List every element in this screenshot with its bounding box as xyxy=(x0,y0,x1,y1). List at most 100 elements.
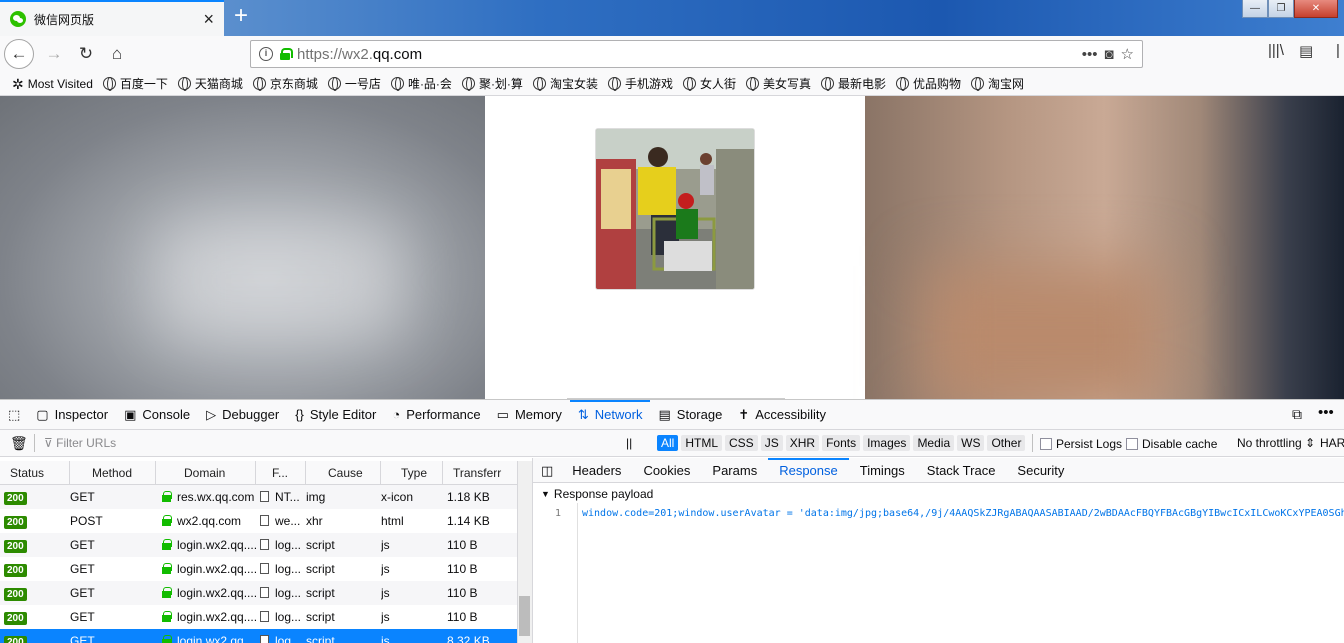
page-actions-icon[interactable]: ••• xyxy=(1082,46,1098,63)
back-button[interactable]: ← xyxy=(4,39,34,69)
overflow-icon[interactable]: | xyxy=(1336,42,1340,59)
filter-html[interactable]: HTML xyxy=(681,435,723,451)
bookmark-item[interactable]: 淘宝网 xyxy=(971,75,1024,92)
domain-cell: login.wx2.qq.... xyxy=(177,586,256,600)
tab-storage[interactable]: ▤ Storage xyxy=(650,400,730,430)
table-row[interactable]: 200 GET login.wx2.qq.... log... script js 110 … xyxy=(0,581,517,605)
transferred-cell: 110 B xyxy=(447,586,478,600)
tab-headers[interactable]: Headers xyxy=(561,458,632,483)
har-button[interactable]: HAR xyxy=(1320,436,1344,450)
trash-icon[interactable]: 🗑 xyxy=(10,435,28,452)
cause-cell: script xyxy=(306,610,335,624)
bookmark-item[interactable]: 手机游戏 xyxy=(607,75,673,92)
globe-icon xyxy=(745,77,759,91)
col-domain[interactable]: Domain xyxy=(156,460,256,485)
response-payload-header[interactable]: ▼ Response payload xyxy=(533,483,1344,501)
new-tab-button[interactable]: + xyxy=(229,4,253,30)
tab-style-editor[interactable]: {} Style Editor xyxy=(287,400,384,430)
lock-icon[interactable] xyxy=(280,48,293,60)
table-row[interactable]: 200 POST wx2.qq.com we... xhr html 1.14 KB xyxy=(0,509,517,533)
minimize-button[interactable]: — xyxy=(1242,0,1268,18)
bookmark-item[interactable]: 美女写真 xyxy=(745,75,811,92)
filter-xhr[interactable]: XHR xyxy=(785,435,820,451)
forward-button[interactable]: → xyxy=(40,40,68,68)
filter-media[interactable]: Media xyxy=(913,435,955,451)
filter-js[interactable]: JS xyxy=(760,435,783,451)
tab-console[interactable]: ▣ Console xyxy=(116,400,198,430)
bookmark-item[interactable]: 天猫商城 xyxy=(177,75,243,92)
dock-icon[interactable]: ⧉ xyxy=(1292,406,1302,423)
tab-security[interactable]: Security xyxy=(1006,458,1075,483)
library-icon[interactable]: |||\ xyxy=(1268,42,1284,59)
col-method[interactable]: Method xyxy=(70,460,156,485)
method-cell: GET xyxy=(70,634,95,643)
table-row[interactable]: 200 GET login.wx2.qq.... log... script js 110 … xyxy=(0,557,517,581)
bookmark-item[interactable]: 最新电影 xyxy=(821,75,886,92)
address-bar[interactable]: i https://wx2.qq.com ••• ◙ ☆ xyxy=(250,40,1143,68)
bookmark-star-icon[interactable]: ☆ xyxy=(1121,45,1134,63)
filter-other[interactable]: Other xyxy=(987,435,1026,451)
pause-button[interactable]: || xyxy=(626,436,632,450)
tab-network[interactable]: ⇅ Network xyxy=(569,399,651,430)
close-tab-icon[interactable]: × xyxy=(203,10,214,28)
bookmark-most-visited[interactable]: ✲ Most Visited xyxy=(12,77,93,91)
domain-cell: login.wx2.qq.... xyxy=(177,562,256,576)
reload-button[interactable]: ↻ xyxy=(72,40,100,68)
tab-response[interactable]: Response xyxy=(768,457,849,483)
col-type[interactable]: Type xyxy=(381,460,443,485)
tab-performance[interactable]: ◔ Performance xyxy=(384,400,488,430)
bookmark-item[interactable]: 京东商城 xyxy=(252,75,318,92)
bookmark-item[interactable]: 聚·划·算 xyxy=(461,75,523,92)
scrollbar-thumb[interactable] xyxy=(519,596,530,636)
window-controls: — ❐ ✕ xyxy=(1242,0,1338,18)
filter-ws[interactable]: WS xyxy=(957,435,985,451)
bookmark-item[interactable]: 一号店 xyxy=(327,75,381,92)
table-row[interactable]: 200 GET login.wx2.qq.... log... script js 110 … xyxy=(0,533,517,557)
sidebar-icon[interactable]: ▤ xyxy=(1299,42,1313,60)
col-file[interactable]: F... xyxy=(256,460,306,485)
filter-all[interactable]: All xyxy=(657,435,679,451)
col-status[interactable]: Status xyxy=(0,460,70,485)
disable-cache-checkbox[interactable]: Disable cache xyxy=(1126,437,1217,451)
file-icon xyxy=(260,491,269,502)
filter-urls-input[interactable]: ⊽ Filter URLs xyxy=(44,436,116,450)
tab-params[interactable]: Params xyxy=(701,458,768,483)
browser-tab[interactable]: 微信网页版 × xyxy=(0,0,224,36)
devtools-menu-icon[interactable]: ••• xyxy=(1318,404,1334,421)
bookmark-item[interactable]: 淘宝女装 xyxy=(532,75,598,92)
pocket-icon[interactable]: ◙ xyxy=(1104,46,1113,63)
style-editor-icon: {} xyxy=(295,407,304,422)
filter-images[interactable]: Images xyxy=(863,435,911,451)
filter-fonts[interactable]: Fonts xyxy=(822,435,861,451)
tab-memory[interactable]: ▭ Memory xyxy=(489,400,570,430)
tab-inspector[interactable]: ▢ Inspector xyxy=(28,400,116,430)
response-code[interactable]: window.code=201;window.userAvatar = 'dat… xyxy=(582,508,1344,519)
persist-logs-checkbox[interactable]: Persist Logs xyxy=(1040,437,1122,451)
tab-debugger[interactable]: ▷ Debugger xyxy=(198,400,287,430)
col-cause[interactable]: Cause xyxy=(306,460,381,485)
domain-cell: wx2.qq.com xyxy=(177,514,242,528)
tab-accessibility[interactable]: ✝ Accessibility xyxy=(730,400,834,430)
table-row[interactable]: 200 GET res.wx.qq.com NT... img x-icon 1.18 KB xyxy=(0,485,517,509)
col-transferred[interactable]: Transferr xyxy=(443,461,517,485)
tab-stack-trace[interactable]: Stack Trace xyxy=(916,458,1007,483)
toggle-sidebar-icon[interactable]: ◫ xyxy=(533,458,561,483)
tab-timings[interactable]: Timings xyxy=(849,458,916,483)
element-picker-icon[interactable]: ⬚ xyxy=(0,400,28,430)
table-row[interactable]: 200 GET login.wx2.qq.... log... script js 110 … xyxy=(0,605,517,629)
transferred-cell: 1.14 KB xyxy=(447,514,490,528)
tab-cookies[interactable]: Cookies xyxy=(632,458,701,483)
bookmark-item[interactable]: 女人街 xyxy=(682,75,736,92)
close-window-button[interactable]: ✕ xyxy=(1294,0,1338,18)
url-text[interactable]: https://wx2.qq.com xyxy=(297,46,1075,63)
home-button[interactable]: ⌂ xyxy=(103,40,131,68)
info-icon[interactable]: i xyxy=(259,47,273,61)
bookmark-item[interactable]: 唯·品·会 xyxy=(390,75,452,92)
bookmark-item[interactable]: 百度一下 xyxy=(102,75,168,92)
bookmark-item[interactable]: 优品购物 xyxy=(896,75,961,92)
filter-css[interactable]: CSS xyxy=(725,435,758,451)
maximize-button[interactable]: ❐ xyxy=(1268,0,1294,18)
throttling-select[interactable]: No throttling ⇕ xyxy=(1237,436,1315,450)
table-row[interactable]: 200 GET login.wx2.qq.... log... script js 8.32… xyxy=(0,629,517,643)
globe-icon xyxy=(971,77,985,91)
